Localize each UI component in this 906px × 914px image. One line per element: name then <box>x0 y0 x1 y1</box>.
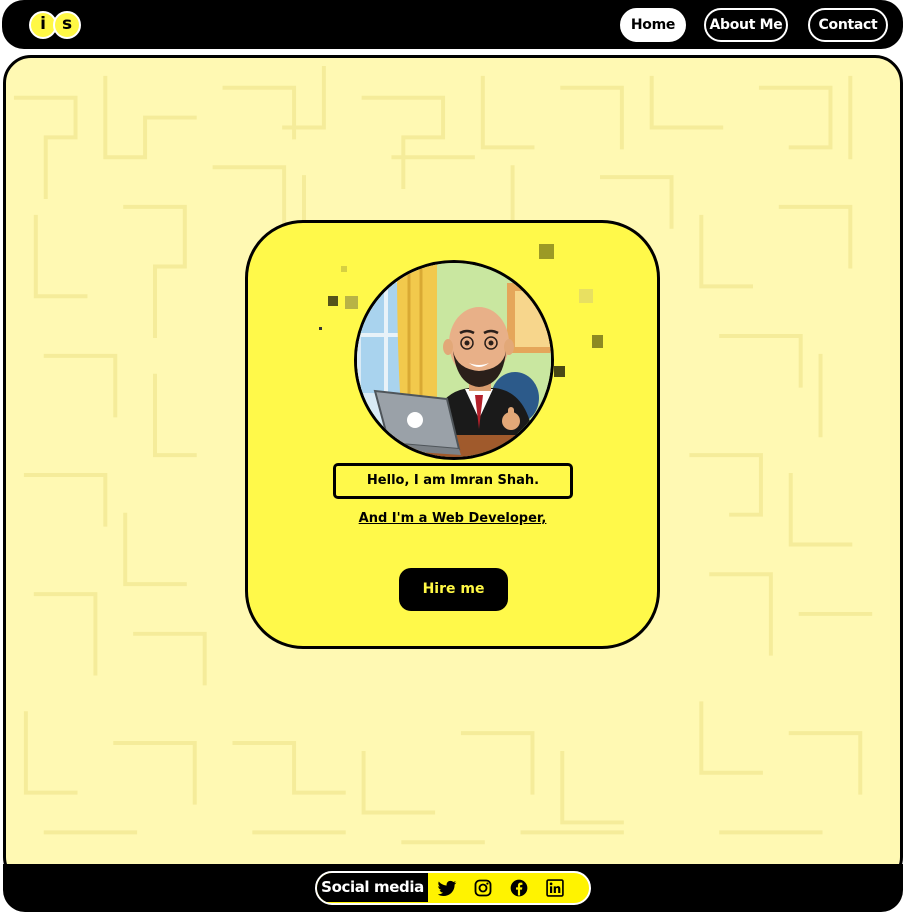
role-text: And I'm a Web Developer, <box>358 511 547 526</box>
hero-card: Hello, I am Imran Shah. And I'm a Web De… <box>245 220 660 649</box>
pixel-decoration <box>345 296 358 309</box>
pixel-decoration <box>341 266 347 272</box>
pixel-decoration <box>539 244 554 259</box>
linkedin-icon[interactable] <box>545 878 565 898</box>
social-media-bar: Social media <box>315 871 591 905</box>
avatar <box>354 260 554 460</box>
nav-home-button[interactable]: Home <box>620 8 686 42</box>
bitmoji-avatar-icon <box>357 263 551 457</box>
logo[interactable]: i s <box>29 11 85 41</box>
hire-me-button[interactable]: Hire me <box>399 568 508 611</box>
pixel-decoration <box>554 366 565 377</box>
footer: Social media <box>3 864 903 912</box>
nav-about-button[interactable]: About Me <box>704 8 788 42</box>
instagram-icon[interactable] <box>473 878 493 898</box>
pixel-decoration <box>592 335 603 348</box>
social-media-label: Social media <box>317 873 428 902</box>
pixel-decoration <box>319 327 322 330</box>
pixel-decoration <box>328 296 338 306</box>
nav-contact-button[interactable]: Contact <box>808 8 888 42</box>
greeting-text: Hello, I am Imran Shah. <box>333 463 573 499</box>
pixel-decoration <box>579 289 593 303</box>
facebook-icon[interactable] <box>509 878 529 898</box>
logo-letter-s: s <box>53 11 81 39</box>
twitter-icon[interactable] <box>437 878 457 898</box>
navbar: i s Home About Me Contact <box>2 0 903 49</box>
